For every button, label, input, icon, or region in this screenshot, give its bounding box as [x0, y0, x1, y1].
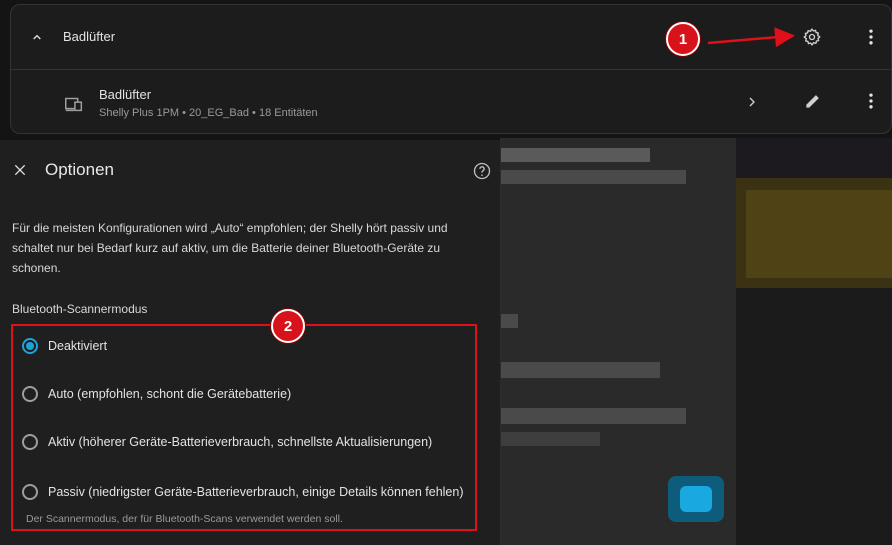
blurred-background: [500, 138, 892, 545]
blurred-card-inner: [746, 190, 892, 278]
device-name: Badlüfter: [99, 87, 152, 102]
annotation-badge-1: 1: [666, 22, 700, 56]
device-subtitle: Shelly Plus 1PM • 20_EG_Bad • 18 Entität…: [99, 107, 318, 119]
more-vert-icon[interactable]: [859, 25, 883, 49]
blurred-area: [736, 288, 892, 545]
chevron-up-icon[interactable]: [27, 27, 47, 47]
blurred-text: [500, 170, 686, 184]
pencil-icon[interactable]: [801, 89, 825, 113]
annotation-badge-2: 2: [271, 309, 305, 343]
blurred-text: [500, 148, 650, 162]
blurred-text: [500, 314, 518, 328]
card-title: Badlüfter: [63, 29, 116, 44]
card-header[interactable]: Badlüfter: [11, 5, 891, 70]
blurred-text: [500, 432, 600, 446]
device-card: Badlüfter Badlüfter Shelly Plus 1PM • 20…: [10, 4, 892, 134]
scanner-mode-label: Bluetooth-Scannermodus: [12, 302, 148, 316]
annotation-highlight-box: [11, 324, 477, 531]
device-row[interactable]: Badlüfter Shelly Plus 1PM • 20_EG_Bad • …: [11, 69, 891, 135]
dialog-title: Optionen: [45, 160, 114, 179]
device-icon: [63, 93, 85, 115]
blurred-text: [500, 362, 660, 378]
gear-icon[interactable]: [800, 25, 824, 49]
close-icon[interactable]: [10, 160, 30, 180]
dialog-description: Für die meisten Konfigurationen wird „Au…: [12, 221, 448, 275]
blurred-fab-center: [680, 486, 712, 512]
blurred-text: [500, 408, 686, 424]
chevron-right-icon[interactable]: [742, 90, 762, 114]
help-circle-icon[interactable]: [471, 160, 493, 182]
more-vert-icon[interactable]: [859, 89, 883, 113]
